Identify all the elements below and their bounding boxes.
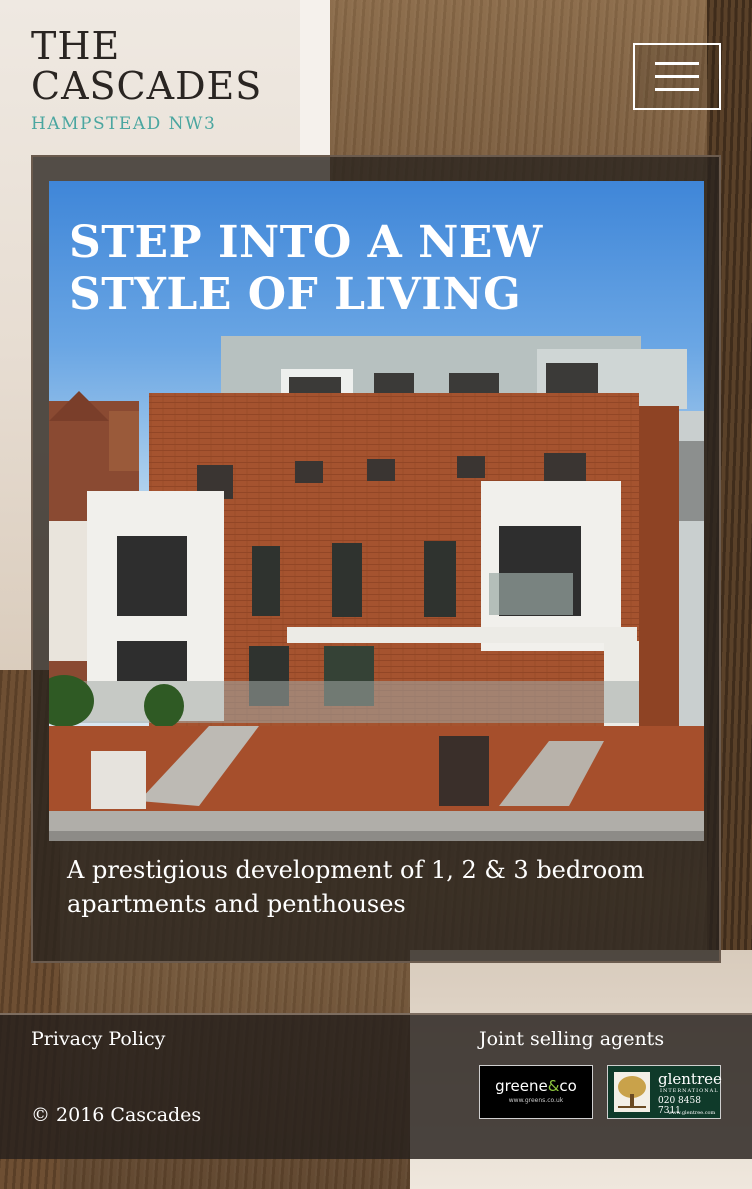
greene-name-amp: & [547,1077,560,1095]
site-footer: Privacy Policy © 2016 Cascades Joint sel… [0,1013,752,1159]
glentree-url: www.glentree.com [668,1110,716,1116]
logo-line-1: THE [31,24,121,68]
greene-co-logo-link[interactable]: greene&co www.greens.co.uk [479,1065,593,1119]
building-photo: STEP INTO A NEW STYLE OF LIVING [49,181,704,841]
menu-bar [655,62,699,65]
site-logo[interactable]: THE CASCADES HAMPSTEAD NW3 [31,26,262,134]
hero-description: A prestigious development of 1, 2 & 3 be… [67,856,645,918]
glentree-logo-link[interactable]: glentree INTERNATIONAL 020 8458 7311 www… [607,1065,722,1119]
logo-line-2: CASCADES [31,64,263,108]
menu-bar [655,75,699,78]
hero-title: STEP INTO A NEW STYLE OF LIVING [69,217,543,320]
logo-subtitle: HAMPSTEAD NW3 [31,114,217,134]
greene-name-left: greene [495,1077,548,1095]
privacy-policy-link[interactable]: Privacy Policy [31,1028,165,1050]
hero-card: STEP INTO A NEW STYLE OF LIVING A presti… [31,155,721,963]
hamburger-menu-icon[interactable] [633,43,721,110]
greene-co-name: greene&co [480,1077,592,1095]
bottom-background-band [0,1159,752,1189]
greene-name-right: co [559,1077,577,1095]
pale-wall-strip [300,0,330,160]
copyright-text: © 2016 Cascades [31,1104,202,1126]
menu-bar [655,88,699,91]
glentree-subtitle: INTERNATIONAL [660,1088,719,1094]
tree-icon [614,1072,650,1112]
agents-label: Joint selling agents [479,1028,665,1050]
glentree-name: glentree [658,1070,722,1088]
greene-co-url: www.greens.co.uk [508,1097,564,1104]
